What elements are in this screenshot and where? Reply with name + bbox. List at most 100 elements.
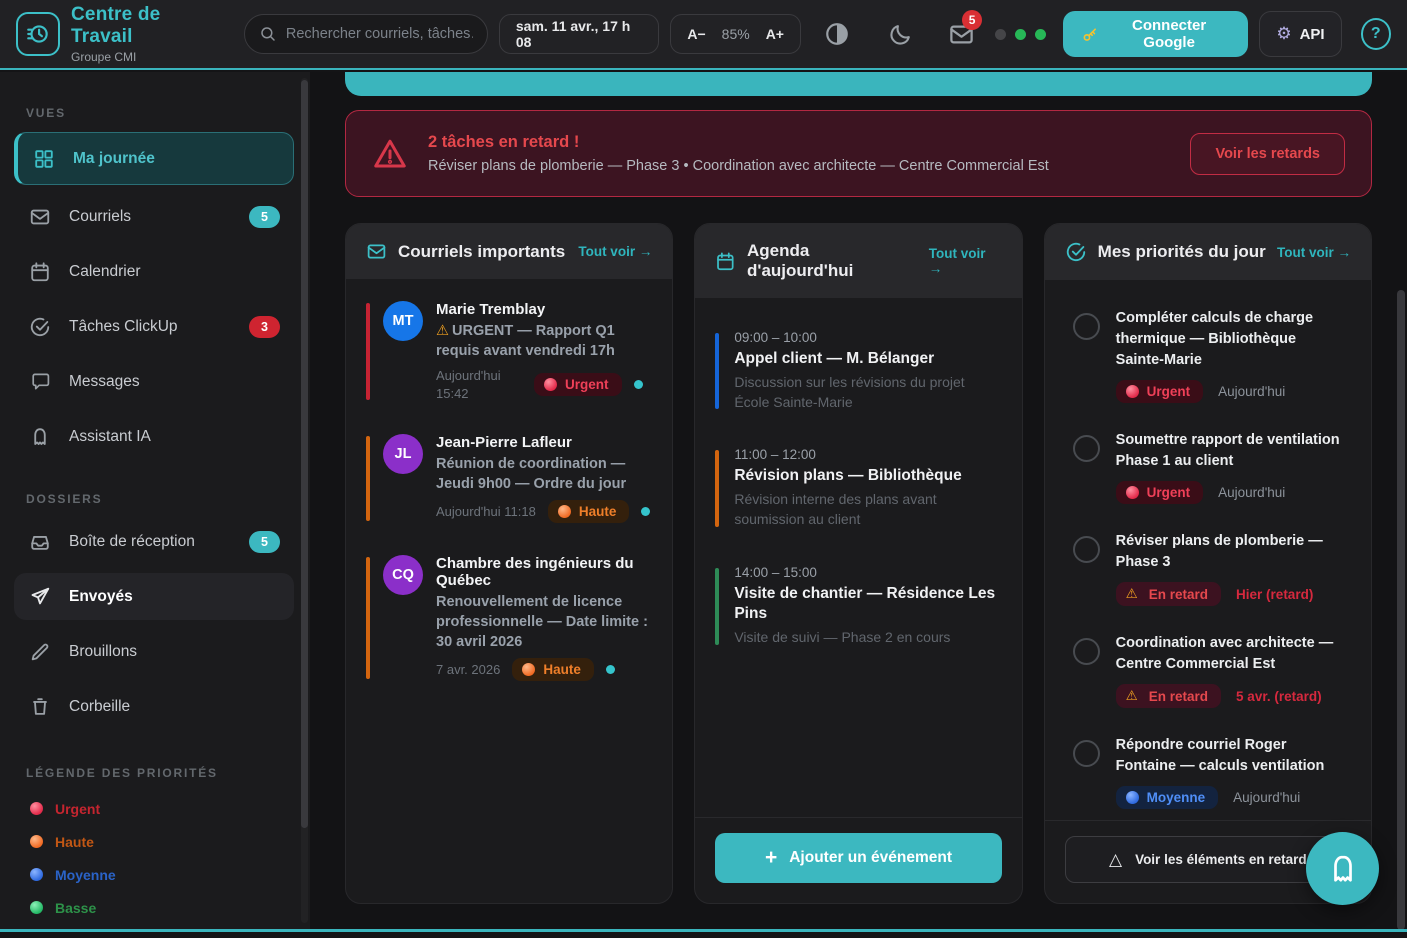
assistant-fab-button[interactable] — [1306, 832, 1379, 905]
agenda-event[interactable]: 09:00 – 10:00 Appel client — M. Bélanger… — [715, 330, 1001, 412]
status-dots — [995, 29, 1046, 40]
moyenne-dot-icon — [30, 868, 43, 881]
event-color-bar — [715, 333, 719, 409]
task-content: Compléter calculs de charge thermique — … — [1116, 308, 1344, 403]
email-date: Aujourd'hui 11:18 — [436, 503, 536, 521]
haute-dot-icon — [558, 505, 571, 518]
contrast-toggle-button[interactable] — [820, 16, 854, 52]
card-title: Agenda d'aujourd'hui — [747, 241, 918, 281]
status-dot-gray — [995, 29, 1006, 40]
task-checkbox[interactable] — [1073, 638, 1100, 665]
agenda-event[interactable]: 14:00 – 15:00 Visite de chantier — Résid… — [715, 565, 1001, 648]
search-input[interactable] — [286, 26, 473, 42]
priorities-list: Compléter calculs de charge thermique — … — [1045, 280, 1371, 820]
sidebar-item-ma-journee[interactable]: Ma journée — [14, 132, 294, 185]
sidebar-item-label: Calendrier — [69, 263, 141, 281]
zoom-level: 85% — [722, 26, 750, 42]
emails-see-all-link[interactable]: Tout voir → — [578, 244, 652, 259]
priorities-see-all-link[interactable]: Tout voir → — [1277, 245, 1351, 260]
task-item[interactable]: Répondre courriel Roger Fontaine — calcu… — [1065, 735, 1351, 809]
sidebar-section-vues: VUES — [26, 106, 294, 120]
help-button[interactable]: ? — [1361, 18, 1391, 50]
emails-list: MT Marie Tremblay ⚠URGENT — Rapport Q1 r… — [346, 279, 672, 903]
urgent-dot-icon — [1126, 385, 1139, 398]
sidebar-item-label: Ma journée — [73, 150, 155, 168]
email-content: Jean-Pierre Lafleur Réunion de coordinat… — [436, 434, 652, 523]
task-meta: ⚠En retard 5 avr. (retard) — [1116, 684, 1344, 708]
legend-basse: Basse — [14, 891, 294, 924]
task-item[interactable]: Compléter calculs de charge thermique — … — [1065, 308, 1351, 403]
task-checkbox[interactable] — [1073, 313, 1100, 340]
sidebar-item-messages[interactable]: Messages — [14, 358, 294, 405]
sidebar-item-corbeille[interactable]: Corbeille — [14, 683, 294, 730]
sidebar-scrollbar-thumb[interactable] — [301, 80, 308, 828]
legend-moyenne: Moyenne — [14, 858, 294, 891]
unread-dot — [634, 380, 643, 389]
email-content: Marie Tremblay ⚠URGENT — Rapport Q1 requ… — [436, 301, 652, 402]
font-decrease-button[interactable]: A− — [687, 26, 705, 42]
moon-icon — [888, 22, 913, 47]
emails-card-header: Courriels importants Tout voir → — [346, 224, 672, 279]
help-question-icon: ? — [1371, 25, 1381, 43]
email-item[interactable]: JL Jean-Pierre Lafleur Réunion de coordi… — [366, 434, 652, 523]
task-meta: Moyenne Aujourd'hui — [1116, 786, 1344, 809]
connect-google-button[interactable]: Connecter Google — [1063, 11, 1248, 57]
email-item[interactable]: MT Marie Tremblay ⚠URGENT — Rapport Q1 r… — [366, 301, 652, 402]
sidebar-item-envoyes[interactable]: Envoyés — [14, 573, 294, 620]
sidebar-item-courriels[interactable]: Courriels 5 — [14, 193, 294, 240]
legend-label: Haute — [55, 834, 94, 850]
event-title: Visite de chantier — Résidence Les Pins — [734, 584, 1001, 624]
send-icon — [28, 586, 52, 608]
legend-label: Basse — [55, 900, 96, 916]
event-time: 14:00 – 15:00 — [734, 565, 1001, 580]
sidebar-item-boite-reception[interactable]: Boîte de réception 5 — [14, 518, 294, 565]
alert-details: Réviser plans de plomberie — Phase 3 • C… — [428, 158, 1049, 174]
mail-notifications-button[interactable]: 5 — [944, 16, 978, 52]
agenda-event[interactable]: 11:00 – 12:00 Révision plans — Bibliothè… — [715, 447, 1001, 529]
sidebar-item-label: Messages — [69, 373, 140, 391]
task-checkbox[interactable] — [1073, 536, 1100, 563]
task-item[interactable]: Réviser plans de plomberie — Phase 3 ⚠En… — [1065, 531, 1351, 606]
plus-icon: + — [765, 846, 777, 870]
priorities-card: Mes priorités du jour Tout voir → Complé… — [1044, 223, 1372, 904]
agenda-see-all-link[interactable]: Tout voir → — [929, 246, 1002, 276]
font-increase-button[interactable]: A+ — [766, 26, 784, 42]
task-content: Soumettre rapport de ventilation Phase 1… — [1116, 430, 1344, 504]
api-button[interactable]: ⚙ API — [1259, 11, 1341, 57]
task-checkbox[interactable] — [1073, 740, 1100, 767]
sidebar-item-brouillons[interactable]: Brouillons — [14, 628, 294, 675]
taches-count-badge: 3 — [249, 316, 280, 338]
main-scrollbar-thumb[interactable] — [1397, 290, 1405, 929]
datetime-display: sam. 11 avr., 17 h 08 — [499, 14, 659, 54]
task-item[interactable]: Soumettre rapport de ventilation Phase 1… — [1065, 430, 1351, 504]
event-description: Révision interne des plans avant soumiss… — [734, 490, 1001, 529]
voir-elements-retard-label: Voir les éléments en retard — [1135, 852, 1307, 867]
overdue-alert-banner: 2 tâches en retard ! Réviser plans de pl… — [345, 110, 1372, 197]
email-item[interactable]: CQ Chambre des ingénieurs du Québec Reno… — [366, 555, 652, 681]
sidebar-item-assistant-ia[interactable]: Assistant IA — [14, 413, 294, 460]
search-bar[interactable] — [244, 14, 488, 54]
task-item[interactable]: Coordination avec architecte — Centre Co… — [1065, 633, 1351, 708]
agenda-list: 09:00 – 10:00 Appel client — M. Bélanger… — [695, 298, 1021, 817]
warning-icon: ⚠ — [1126, 688, 1138, 704]
sidebar-item-taches-clickup[interactable]: Tâches ClickUp 3 — [14, 303, 294, 350]
email-subject: Réunion de coordination — Jeudi 9h00 — O… — [436, 454, 652, 494]
task-checkbox[interactable] — [1073, 435, 1100, 462]
sender-name: Marie Tremblay — [436, 301, 652, 318]
sidebar-item-calendrier[interactable]: Calendrier — [14, 248, 294, 295]
event-description: Visite de suivi — Phase 2 en cours — [734, 628, 1001, 648]
dark-mode-toggle-button[interactable] — [883, 16, 917, 52]
event-description: Discussion sur les révisions du projet É… — [734, 373, 1001, 412]
app-logo — [16, 12, 60, 56]
email-meta: 7 avr. 2026 Haute — [436, 658, 652, 681]
voir-retards-button[interactable]: Voir les retards — [1190, 133, 1345, 175]
app-subtitle: Groupe CMI — [71, 50, 219, 64]
legend-haute: Haute — [14, 825, 294, 858]
event-title: Révision plans — Bibliothèque — [734, 466, 1001, 486]
email-meta: Aujourd'hui 15:42 Urgent — [436, 367, 652, 402]
search-icon — [259, 25, 277, 43]
task-content: Réviser plans de plomberie — Phase 3 ⚠En… — [1116, 531, 1344, 606]
sender-name: Jean-Pierre Lafleur — [436, 434, 652, 451]
add-event-button[interactable]: + Ajouter un événement — [715, 833, 1001, 883]
urgent-dot-icon — [544, 378, 557, 391]
